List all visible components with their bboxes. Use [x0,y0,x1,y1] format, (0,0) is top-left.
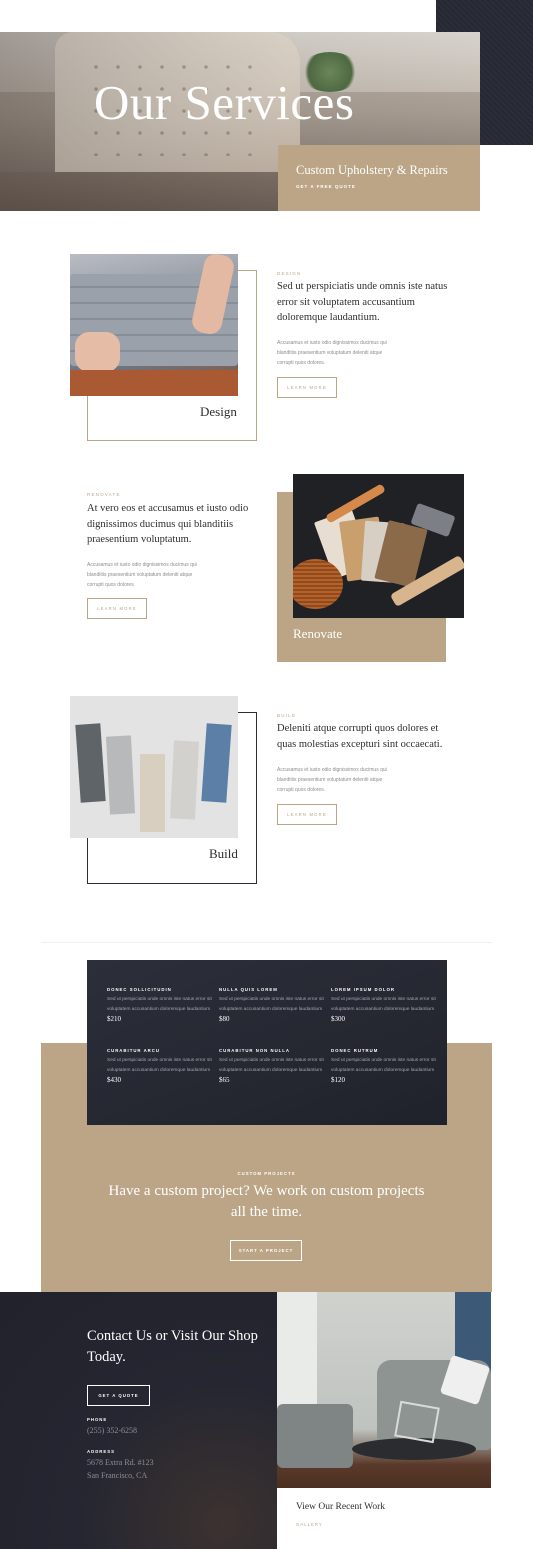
design-image-hand [75,332,120,372]
price-item-desc: Sed ut perspiciatis unde omnis iste natu… [219,1058,324,1073]
price-item: CURABITUR NON NULLA Sed ut perspiciatis … [219,1048,324,1084]
price-item-desc: Sed ut perspiciatis unde omnis iste natu… [219,997,324,1012]
custom-project-category: CUSTOM PROJECTS [237,1171,296,1176]
fabric-swatch [75,723,106,803]
renovate-heading: At vero eos et accusamus et iusto odio d… [87,503,249,545]
room-ottoman [277,1404,353,1468]
build-body: Accusamus et iusto odio dignissimos duci… [277,767,387,793]
pricing-box [87,960,447,1125]
address-line-1: 5678 Extra Rd. #123 [87,1458,154,1467]
hero-subtitle: Custom Upholstery & Repairs [296,163,448,177]
price-item: LOREM IPSUM DOLOR Sed ut perspiciatis un… [331,987,436,1023]
price-item-title: DONEC RUTRUM [331,1048,379,1053]
start-project-button[interactable]: START A PROJECT [230,1240,302,1261]
room-coffee-table [352,1438,476,1460]
thread-spool [293,559,343,609]
price-item-price: $80 [219,1015,230,1023]
gallery-link[interactable]: GALLERY [296,1522,323,1527]
get-quote-button[interactable]: GET A QUOTE [87,1385,150,1406]
price-item-title: NULLA QUIS LOREM [219,987,278,992]
renovate-learn-more-button[interactable]: LEARN MORE [87,598,147,619]
free-quote-link[interactable]: GET A FREE QUOTE [296,184,356,189]
price-item: DONEC RUTRUM Sed ut perspiciatis unde om… [331,1048,436,1084]
design-heading: Sed ut perspiciatis unde omnis iste natu… [277,281,448,323]
price-item-desc: Sed ut perspiciatis unde omnis iste natu… [107,997,212,1012]
design-image [70,254,238,396]
fabric-swatch [169,740,200,820]
phone-label: PHONE [87,1417,108,1422]
renovate-image [293,474,464,618]
room-terrarium [394,1400,440,1444]
address-line-2: San Francisco, CA [87,1471,148,1480]
price-item-price: $430 [107,1076,121,1084]
renovate-body: Accusamus et iusto odio dignissimos duci… [87,562,197,588]
build-image [70,696,238,838]
price-item-desc: Sed ut perspiciatis unde omnis iste natu… [107,1058,212,1073]
fabric-swatch [140,754,165,832]
hero-subtitle-panel [278,145,480,211]
renovate-label: Renovate [293,626,343,641]
build-label: Build [209,846,238,861]
address-label: ADDRESS [87,1449,116,1454]
room-wall-panel [277,1292,317,1412]
design-learn-more-button[interactable]: LEARN MORE [277,377,337,398]
contact-heading: Contact Us or Visit Our Shop Today. [87,1328,258,1365]
fabric-swatch [105,735,136,815]
price-item-desc: Sed ut perspiciatis unde omnis iste natu… [331,1058,436,1073]
price-item-desc: Sed ut perspiciatis unde omnis iste natu… [331,997,436,1012]
gallery-image [277,1292,491,1488]
page-title: Our Services [94,75,355,130]
price-item-price: $210 [107,1015,121,1023]
price-item-title: CURABITUR NON NULLA [219,1048,291,1053]
price-item-price: $300 [331,1015,345,1023]
price-item-price: $65 [219,1076,230,1084]
price-item: DONEC SOLLICITUDIN Sed ut perspiciatis u… [107,987,212,1023]
price-item-title: DONEC SOLLICITUDIN [107,987,172,992]
price-item-title: CURABITUR ARCU [107,1048,160,1053]
gallery-title: View Our Recent Work [296,1502,385,1512]
price-item-title: LOREM IPSUM DOLOR [331,987,396,992]
section-divider [41,942,492,943]
build-heading: Deleniti atque corrupti quos dolores et … [277,723,443,750]
price-item: NULLA QUIS LOREM Sed ut perspiciatis und… [219,987,324,1023]
custom-project-heading: Have a custom project? We work on custom… [108,1183,425,1220]
design-category: DESIGN [277,271,302,276]
price-item-price: $120 [331,1076,345,1084]
build-learn-more-button[interactable]: LEARN MORE [277,804,337,825]
build-category: BUILD [277,713,297,718]
fabric-swatch [201,723,232,803]
price-item: CURABITUR ARCU Sed ut perspiciatis unde … [107,1048,212,1084]
design-label: Design [200,404,237,419]
phone-number[interactable]: (255) 352-6258 [87,1425,137,1437]
design-image-floor [70,370,238,396]
renovate-category: RENOVATE [87,492,121,497]
design-body: Accusamus et iusto odio dignissimos duci… [277,340,387,366]
